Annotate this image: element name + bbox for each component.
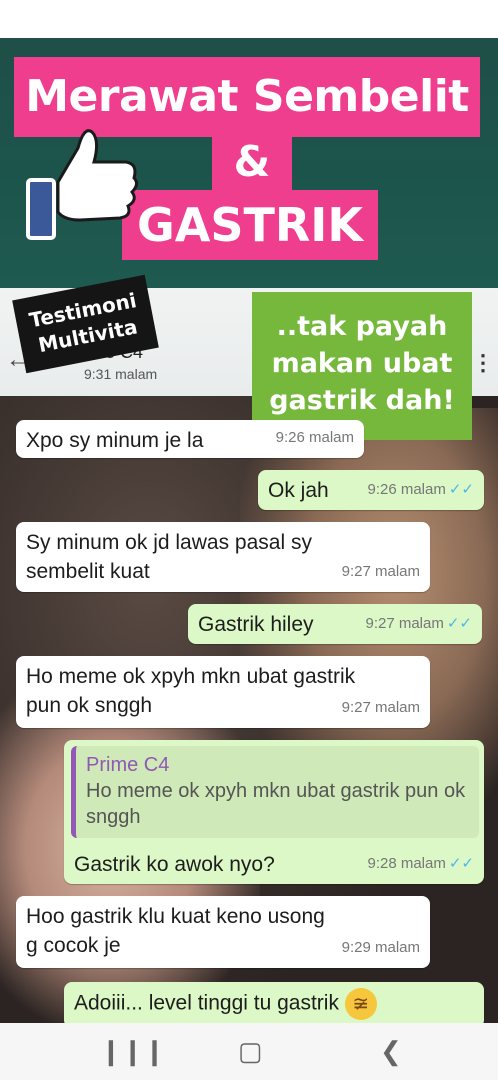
banner-ampersand: &: [212, 133, 292, 193]
message-text: Ho meme ok xpyh mkn ubat gastrik pun ok …: [26, 665, 356, 717]
message-time: 9:29 malam: [341, 939, 420, 956]
message-meta: 9:27 malam ✓✓: [365, 609, 472, 638]
message-meta: 9:26 malam ✓✓: [367, 475, 474, 504]
double-check-icon: ✓✓: [448, 481, 474, 498]
quoted-message[interactable]: Prime C4 Ho meme ok xpyh mkn ubat gastri…: [71, 746, 479, 838]
green-caption-badge: ..tak payah makan ubat gastrik dah!: [252, 292, 472, 440]
message-incoming[interactable]: Hoo gastrik klu kuat keno usong g cocok …: [16, 896, 430, 968]
message-meta: 9:28 malam ✓✓: [367, 849, 474, 878]
message-text: Hoo gastrik klu kuat keno usong g cocok …: [26, 905, 325, 957]
more-vert-icon[interactable]: ⋮: [472, 350, 494, 376]
message-incoming[interactable]: Sy minum ok jd lawas pasal sy sembelit k…: [16, 522, 430, 592]
top-margin: [0, 0, 498, 38]
message-time: 9:27 malam: [341, 699, 420, 716]
message-outgoing[interactable]: Adoiii... level tinggi tu gastrik ≆: [64, 982, 484, 1028]
green-caption-line-1: ..tak payah: [276, 311, 448, 342]
nav-back-icon[interactable]: ❮: [380, 1036, 402, 1067]
quoted-sender: Prime C4: [86, 754, 170, 776]
message-text: Gastrik hiley: [198, 613, 314, 636]
message-time: 9:26 malam: [367, 481, 446, 498]
message-outgoing[interactable]: Gastrik hiley 9:27 malam ✓✓: [188, 604, 482, 644]
message-incoming[interactable]: Ho meme ok xpyh mkn ubat gastrik pun ok …: [16, 656, 430, 728]
message-text: Gastrik ko awok nyo?: [74, 853, 275, 876]
message-text: Xpo sy minum je la: [26, 429, 204, 452]
home-icon[interactable]: ▢: [238, 1036, 263, 1067]
banner-gastrik: GASTRIK: [122, 190, 378, 260]
thumbs-up-icon: [26, 129, 139, 240]
last-seen-time: 9:31 malam: [84, 366, 158, 382]
recents-icon[interactable]: ❙❙❙: [100, 1036, 165, 1067]
message-outgoing[interactable]: Ok jah 9:26 malam ✓✓: [258, 470, 484, 510]
message-time: 9:26 malam: [275, 429, 354, 446]
message-time: 9:27 malam: [341, 563, 420, 580]
message-incoming[interactable]: Xpo sy minum je la 9:26 malam: [16, 420, 364, 458]
quoted-text: Ho meme ok xpyh mkn ubat gastrik pun ok …: [86, 780, 466, 828]
double-check-icon: ✓✓: [446, 615, 472, 632]
message-time: 9:28 malam: [367, 855, 446, 872]
rolling-laughing-emoji-icon: ≆: [344, 988, 377, 1020]
message-text: Sy minum ok jd lawas pasal sy sembelit k…: [26, 531, 312, 583]
message-time: 9:27 malam: [365, 615, 444, 632]
message-text: Ok jah: [268, 479, 329, 502]
message-text: Adoiii... level tinggi tu gastrik: [74, 991, 339, 1015]
green-caption-line-3: gastrik dah!: [269, 385, 455, 416]
green-caption-line-2: makan ubat: [271, 348, 453, 379]
double-check-icon: ✓✓: [448, 855, 474, 872]
